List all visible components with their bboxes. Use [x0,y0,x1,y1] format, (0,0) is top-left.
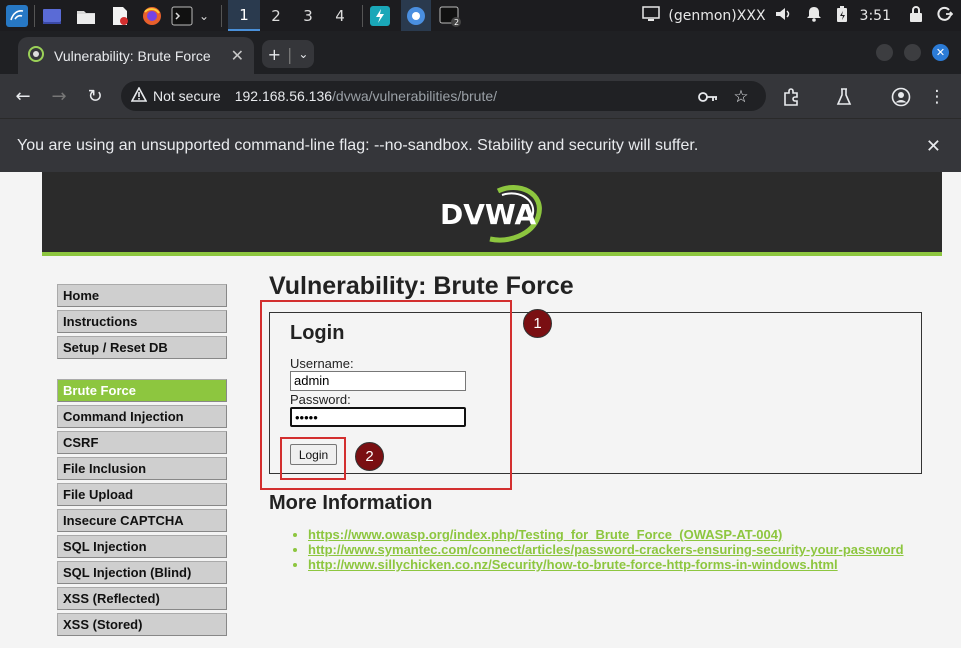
genmon-label: (genmon)XXX [668,7,766,24]
warning-infobar: You are using an unsupported command-lin… [0,118,961,172]
file-manager-icon[interactable] [75,5,97,27]
menu-item-sql-injection-blind[interactable]: SQL Injection (Blind) [57,561,227,584]
monitor-icon [642,5,661,26]
tab-search-chevron-icon[interactable]: ⌄ [298,47,308,61]
warning-triangle-icon[interactable] [130,85,148,106]
browser-toolbar: ← → ↻ Not secure 192.168.56.136/dvwa/vul… [0,74,961,118]
close-window-button[interactable]: ✕ [932,44,949,61]
app-icon-teal[interactable] [369,5,391,27]
chromium-taskbar-icon[interactable] [401,0,431,31]
reload-icon[interactable]: ↻ [83,84,107,108]
menu-item-instructions[interactable]: Instructions [57,310,227,333]
web-page: DVWA Home Instructions Setup / Reset DB … [0,172,961,648]
dvwa-logo: DVWA [440,184,542,243]
plus-icon[interactable]: + [268,45,281,64]
menu-item-insecure-captcha[interactable]: Insecure CAPTCHA [57,509,227,532]
minimize-button[interactable] [876,44,893,61]
list-item: http://www.symantec.com/connect/articles… [308,542,904,557]
system-taskbar: ⌄ 1 2 3 4 2 (genmon)XXX 3:51 [0,0,961,31]
more-info-heading: More Information [269,492,433,514]
workspace-2[interactable]: 2 [260,0,292,31]
url-path: /dvwa/vulnerabilities/brute/ [332,88,498,104]
menu-item-xss-reflected[interactable]: XSS (Reflected) [57,587,227,610]
lock-screen-icon[interactable] [909,5,923,26]
tab-title: Vulnerability: Brute Force [54,47,211,64]
menu-item-brute-force[interactable]: Brute Force [57,379,227,402]
browser-tab-strip: Vulnerability: Brute Force ✕ + | ⌄ ✕ [0,31,961,74]
notification-bell-icon[interactable] [806,6,822,26]
forward-arrow-icon[interactable]: → [47,84,71,108]
kali-menu-icon[interactable] [6,4,28,27]
bookmark-star-icon[interactable]: ☆ [730,86,752,108]
terminal-icon[interactable] [171,5,193,27]
desktop-icon[interactable] [41,5,63,27]
dvwa-sidebar-menu: Home Instructions Setup / Reset DB Brute… [57,284,227,639]
maximize-button[interactable] [904,44,921,61]
annotation-box-login-button [280,437,346,480]
menu-item-command-injection[interactable]: Command Injection [57,405,227,428]
menu-item-setup-reset-db[interactable]: Setup / Reset DB [57,336,227,359]
sillychicken-link[interactable]: http://www.sillychicken.co.nz/Security/h… [308,557,838,572]
profile-icon[interactable] [890,86,912,108]
list-item: http://www.sillychicken.co.nz/Security/h… [308,557,904,572]
text-editor-icon[interactable] [109,5,131,27]
svg-text:DVWA: DVWA [440,198,537,231]
volume-icon[interactable] [774,6,792,26]
url-text[interactable]: 192.168.56.136/dvwa/vulnerabilities/brut… [235,88,497,104]
dvwa-header: DVWA [42,172,942,256]
list-item: https://www.owasp.org/index.php/Testing_… [308,527,904,542]
main-content: Vulnerability: Brute Force Login Usernam… [269,272,929,572]
menu-item-home[interactable]: Home [57,284,227,307]
owasp-link[interactable]: https://www.owasp.org/index.php/Testing_… [308,527,782,542]
infobar-close-icon[interactable]: ✕ [926,136,941,157]
svg-text:2: 2 [454,18,459,27]
extensions-icon[interactable] [780,86,802,108]
reference-links: https://www.owasp.org/index.php/Testing_… [289,527,904,572]
back-arrow-icon[interactable]: ← [11,84,35,108]
terminal-window-icon[interactable]: 2 [439,5,461,27]
menu-item-file-inclusion[interactable]: File Inclusion [57,457,227,480]
new-tab-button[interactable]: + | ⌄ [262,40,314,68]
key-icon[interactable] [697,86,719,108]
chevron-down-icon[interactable]: ⌄ [193,5,215,27]
logout-icon[interactable] [937,6,954,26]
security-status[interactable]: Not secure [153,88,221,104]
menu-item-csrf[interactable]: CSRF [57,431,227,454]
battery-icon[interactable] [836,5,848,27]
workspace-3[interactable]: 3 [292,0,324,31]
menu-item-sql-injection[interactable]: SQL Injection [57,535,227,558]
annotation-badge-1: 1 [523,309,552,338]
dvwa-favicon-icon [28,45,44,66]
address-bar[interactable]: Not secure 192.168.56.136/dvwa/vulnerabi… [121,81,766,111]
infobar-message: You are using an unsupported command-lin… [17,136,699,154]
annotation-badge-2: 2 [355,442,384,471]
workspace-4[interactable]: 4 [324,0,356,31]
symantec-link[interactable]: http://www.symantec.com/connect/articles… [308,542,904,557]
labs-flask-icon[interactable] [833,86,855,108]
url-host: 192.168.56.136 [234,88,333,104]
tab-close-icon[interactable]: ✕ [231,46,244,65]
tab-active[interactable]: Vulnerability: Brute Force ✕ [18,37,254,74]
menu-item-xss-stored[interactable]: XSS (Stored) [57,613,227,636]
page-title: Vulnerability: Brute Force [269,272,574,300]
clock: 3:51 [859,7,891,24]
menu-item-file-upload[interactable]: File Upload [57,483,227,506]
workspace-1[interactable]: 1 [228,0,260,31]
firefox-icon[interactable] [141,5,163,27]
menu-kebab-icon[interactable]: ⋮ [926,86,948,108]
